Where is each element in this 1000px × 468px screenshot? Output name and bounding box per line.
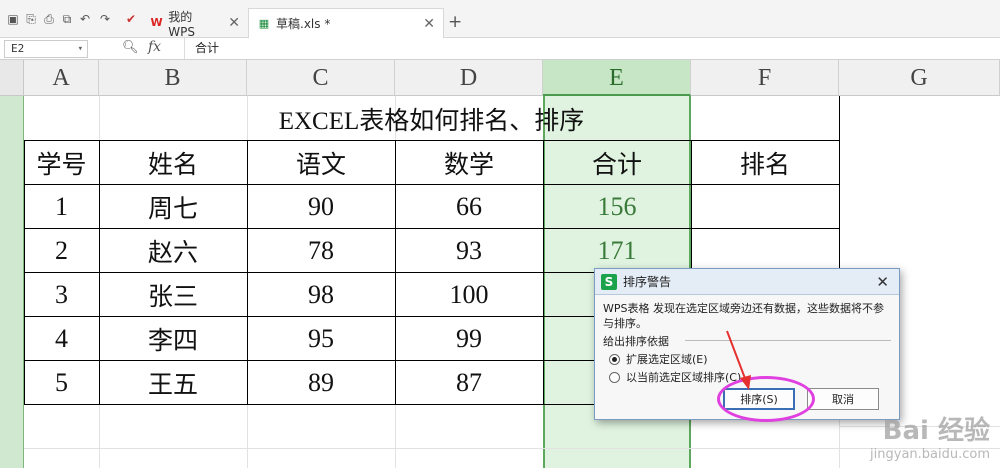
close-icon[interactable]: ✕ (423, 16, 435, 32)
close-icon[interactable]: ✕ (228, 15, 240, 31)
table-cell[interactable]: 4 (24, 317, 99, 360)
title-tab-bar: ▣ ⎘ ⎙ ⧉ ↶ ↷ ✔ W 我的WPS ✕ ▦ 草稿.xls * ✕ + (0, 0, 1000, 39)
table-cell[interactable]: 5 (24, 361, 99, 404)
header-cell[interactable]: 姓名 (99, 141, 247, 184)
table-cell[interactable]: 171 (543, 229, 691, 272)
cell-reference: E2 (11, 42, 25, 55)
radio-current-selection[interactable]: 以当前选定区域排序(C) (609, 369, 741, 385)
watermark-url: jingyan.baidu.com (870, 447, 990, 462)
sort-basis-group-label: 给出排序依据 (603, 335, 669, 348)
chevron-down-icon[interactable]: ▾ (78, 41, 83, 57)
tab-draft-xls[interactable]: ▦ 草稿.xls * ✕ (248, 8, 444, 38)
table-cell[interactable]: 1 (24, 185, 99, 228)
export-icon[interactable]: ⎘ (24, 12, 38, 26)
table-cell[interactable]: 99 (395, 317, 543, 360)
radio-unselected-icon (609, 371, 620, 383)
header-cell[interactable]: 数学 (395, 141, 543, 184)
header-cell[interactable]: 合计 (543, 141, 691, 184)
table-cell[interactable]: 66 (395, 185, 543, 228)
zoom-icon[interactable]: 🔍︎ (122, 40, 139, 55)
column-header-e[interactable]: E (543, 60, 691, 96)
wps-logo-icon: W (150, 16, 163, 29)
column-header-c[interactable]: C (247, 60, 395, 96)
table-cell[interactable]: 张三 (99, 273, 247, 316)
new-tab-icon[interactable]: + (448, 12, 462, 32)
column-header-d[interactable]: D (395, 60, 543, 96)
undo-icon[interactable]: ↶ (78, 12, 92, 26)
print-icon[interactable]: ⎙ (42, 12, 56, 26)
table-cell[interactable]: 93 (395, 229, 543, 272)
name-box[interactable]: E2 ▾ (4, 40, 88, 58)
column-header-f[interactable]: F (691, 60, 839, 96)
customize-icon[interactable]: ✔ (124, 12, 138, 26)
baidu-watermark: Bai 经验 jingyan.baidu.com (870, 410, 990, 462)
tab-label: 我的WPS (168, 9, 195, 39)
table-cell[interactable]: 98 (247, 273, 395, 316)
radio-expand-selection[interactable]: 扩展选定区域(E) (609, 351, 708, 367)
dialog-title: 排序警告 (623, 275, 672, 289)
table-cell[interactable]: 李四 (99, 317, 247, 360)
header-cell[interactable]: 学号 (24, 141, 99, 184)
table-cell[interactable]: 王五 (99, 361, 247, 404)
table-cell[interactable]: 89 (247, 361, 395, 404)
radio-label: 以当前选定区域排序(C) (626, 371, 742, 384)
group-divider (685, 340, 891, 341)
table-cell[interactable]: 3 (24, 273, 99, 316)
cancel-button[interactable]: 取消 (807, 388, 879, 410)
formula-bar: E2 ▾ 🔍︎ fx 合计 (0, 38, 1000, 60)
table-cell[interactable]: 95 (247, 317, 395, 360)
header-cell[interactable]: 排名 (691, 141, 839, 184)
radio-selected-icon (609, 353, 620, 365)
table-cell[interactable]: 87 (395, 361, 543, 404)
save-icon[interactable]: ▣ (6, 12, 20, 26)
table-title[interactable]: EXCEL表格如何排名、排序 (24, 98, 839, 140)
tab-label: 草稿.xls * (276, 17, 331, 31)
wps-spreadsheet-logo-icon: S (601, 273, 617, 290)
spreadsheet-icon: ▦ (258, 16, 270, 30)
select-all-corner[interactable] (0, 60, 24, 96)
header-cell[interactable]: 语文 (247, 141, 395, 184)
formula-input[interactable]: 合计 (184, 38, 1000, 59)
print-preview-icon[interactable]: ⧉ (60, 12, 74, 26)
dialog-message: WPS表格 发现在选定区域旁边还有数据，这些数据将不参与排序。 (603, 302, 884, 330)
column-header-a[interactable]: A (24, 60, 99, 96)
table-cell[interactable]: 2 (24, 229, 99, 272)
column-header-g[interactable]: G (839, 60, 1000, 96)
table-cell[interactable]: 周七 (99, 185, 247, 228)
table-cell[interactable]: 78 (247, 229, 395, 272)
highlight-ellipse (717, 376, 815, 422)
table-cell[interactable]: 100 (395, 273, 543, 316)
watermark-brand: Bai 经验 (882, 416, 990, 446)
column-header-b[interactable]: B (99, 60, 247, 96)
dialog-title-bar[interactable]: S 排序警告 (595, 269, 899, 295)
function-icon[interactable]: fx (148, 39, 161, 55)
table-cell[interactable]: 156 (543, 185, 691, 228)
close-icon[interactable]: ✕ (876, 273, 889, 291)
table-cell[interactable]: 90 (247, 185, 395, 228)
redo-icon[interactable]: ↷ (98, 12, 112, 26)
radio-label: 扩展选定区域(E) (626, 353, 708, 366)
tab-my-wps[interactable]: W 我的WPS ✕ (142, 8, 248, 39)
row-header-strip[interactable] (0, 96, 24, 468)
grid-line (24, 448, 1000, 449)
table-cell[interactable]: 赵六 (99, 229, 247, 272)
